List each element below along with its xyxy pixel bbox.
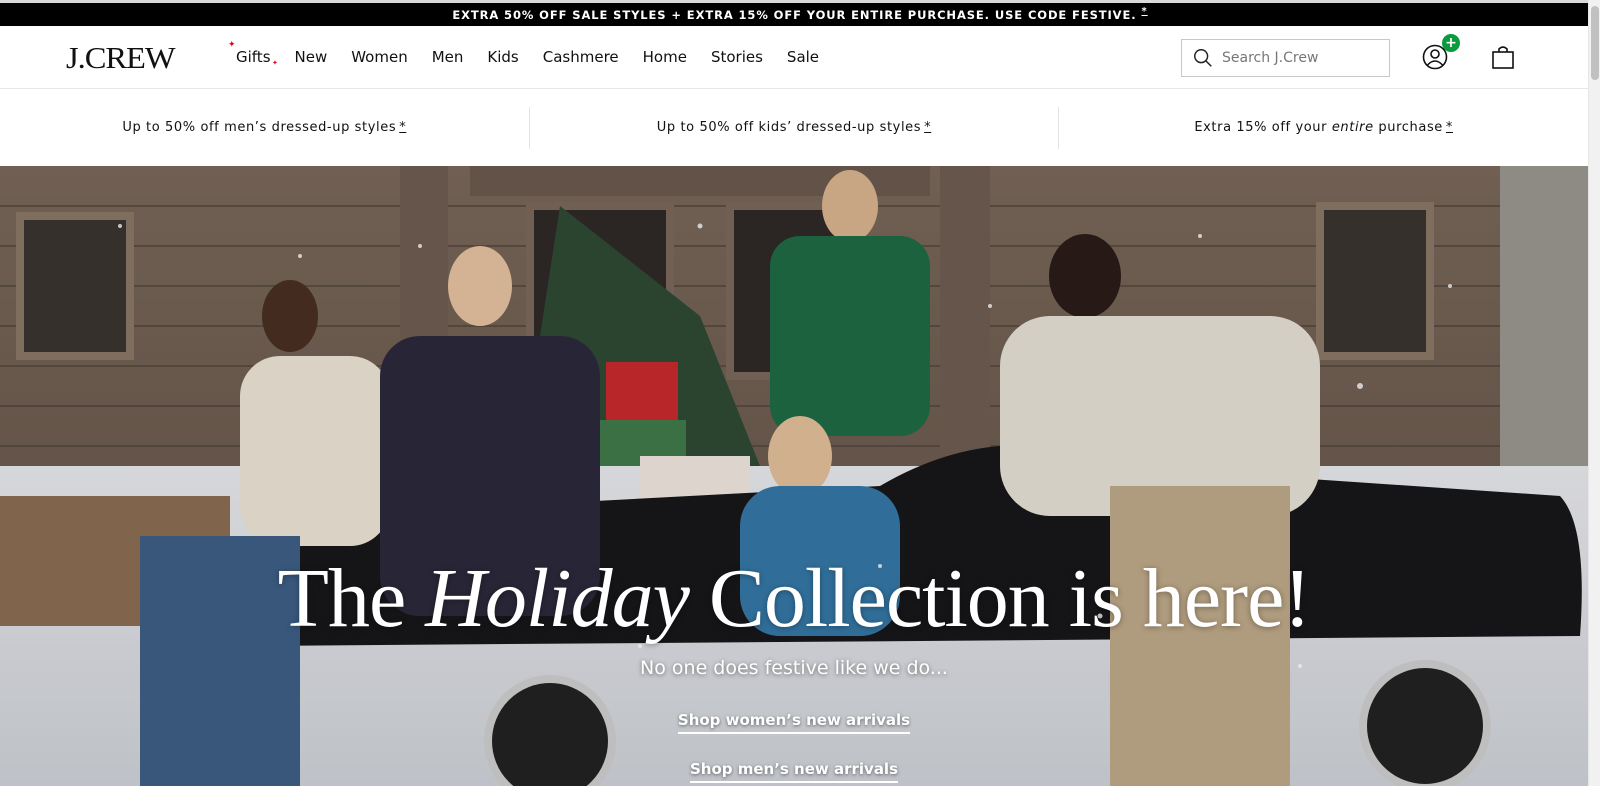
page-scrollbar[interactable] [1588,0,1600,786]
promo-extra-text-post: purchase [1373,120,1443,135]
scrollbar-thumb[interactable] [1591,6,1599,80]
promo-men-text: Up to 50% off men’s dressed-up styles [122,120,397,135]
promo-men-dressed-up[interactable]: Up to 50% off men’s dressed-up styles * [0,90,529,166]
site-header: J.CREW ✦ Gifts ✦ New Women Men Kids Cash… [0,26,1588,89]
hero-title-post: Collection is here! [688,552,1311,645]
nav-item-cashmere[interactable]: Cashmere [543,48,619,66]
shop-men-cta-row: Shop men’s new arrivals [0,760,1588,783]
search-input[interactable] [1222,50,1382,66]
search-box[interactable] [1181,39,1390,77]
nav-item-women[interactable]: Women [351,48,407,66]
nav-item-home[interactable]: Home [643,48,687,66]
jcrew-logo[interactable]: J.CREW [66,40,176,76]
sparkle-icon: ✦ [272,59,278,67]
sub-promo-bar: Up to 50% off men’s dressed-up styles * U… [0,90,1588,166]
hero-title-pre: The [277,552,426,645]
promo-banner-text: EXTRA 50% OFF SALE STYLES + EXTRA 15% OF… [452,7,1137,22]
hero-title: The Holiday Collection is here! [0,550,1588,647]
nav-item-kids[interactable]: Kids [487,48,518,66]
nav-label-gifts: Gifts [236,48,271,66]
promo-banner[interactable]: EXTRA 50% OFF SALE STYLES + EXTRA 15% OF… [0,0,1600,26]
nav-item-gifts[interactable]: ✦ Gifts ✦ [228,41,278,67]
nav-item-sale[interactable]: Sale [787,48,819,66]
hero-image [0,166,1588,786]
account-plus-badge: + [1442,34,1460,52]
promo-kids-text: Up to 50% off kids’ dressed-up styles [656,120,922,135]
promo-details-link[interactable]: * [1142,6,1148,17]
shopping-bag-icon[interactable] [1491,44,1515,70]
promo-kids-details[interactable]: * [924,120,931,135]
promo-men-details[interactable]: * [399,120,406,135]
nav-item-new[interactable]: New [295,48,328,66]
shop-women-cta-row: Shop women’s new arrivals [0,711,1588,734]
promo-extra-text-em: entire [1331,120,1374,135]
hero-subtitle: No one does festive like we do... [640,657,948,679]
sparkle-icon: ✦ [228,40,236,50]
promo-extra-text-pre: Extra 15% off your [1194,120,1332,135]
search-icon [1194,49,1212,67]
main-nav: ✦ Gifts ✦ New Women Men Kids Cashmere Ho… [228,41,843,67]
hero-banner[interactable]: The Holiday Collection is here! No one d… [0,166,1588,786]
promo-extra-15[interactable]: Extra 15% off your entire purchase * [1059,90,1588,166]
nav-item-men[interactable]: Men [432,48,464,66]
shop-women-link[interactable]: Shop women’s new arrivals [677,711,911,734]
promo-extra-details[interactable]: * [1446,120,1453,135]
promo-kids-dressed-up[interactable]: Up to 50% off kids’ dressed-up styles * [530,90,1059,166]
hero-title-em: Holiday [425,552,690,645]
shop-men-link[interactable]: Shop men’s new arrivals [689,760,899,783]
nav-item-stories[interactable]: Stories [711,48,763,66]
